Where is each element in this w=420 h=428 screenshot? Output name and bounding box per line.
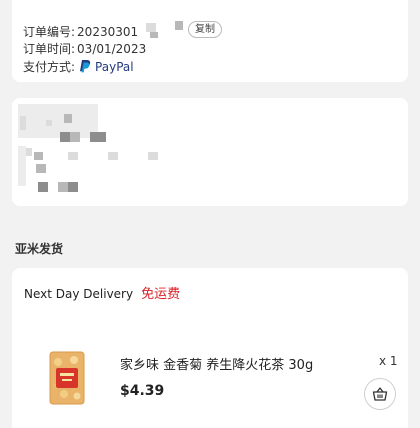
payment-method-label: 支付方式: [23,60,76,74]
shipping-address-card [12,98,408,206]
paypal-icon [80,60,91,73]
address-redaction [58,182,68,192]
address-redaction [108,152,118,160]
address-redaction [34,152,43,160]
shipping-section-title: 亚米发货 [15,242,64,256]
order-time-value: 03/01/2023 [77,42,147,56]
product-image[interactable] [44,350,90,406]
address-redaction [64,114,72,123]
address-redaction [38,182,48,192]
address-redaction [90,132,106,142]
address-redaction [36,164,46,173]
address-redaction [68,182,78,192]
delivery-method-name: Next Day Delivery [24,287,134,301]
free-shipping-badge: 免运费 [141,287,181,302]
order-items-card: Next Day Delivery 免运费 家乡味 金香菊 养生降火花茶 30g… [12,268,408,428]
payment-method-row: 支付方式: PayPal [23,58,134,75]
product-name[interactable]: 家乡味 金香菊 养生降火花茶 30g [120,354,313,373]
shopping-basket-icon [372,387,388,401]
address-redaction [18,146,26,186]
payment-method-value: PayPal [95,59,134,74]
order-time-label: 订单时间: [23,42,76,56]
order-info-card: 订单编号: 20230301 复制 订单时间: 03/01/2023 支付方式: P… [12,0,408,82]
order-number-redaction [175,21,183,30]
address-redaction [46,120,52,126]
order-number-value: 20230301 [77,25,139,39]
order-number-redaction [146,23,156,32]
address-redaction [68,152,78,160]
delivery-method-row: Next Day Delivery 免运费 [24,283,180,302]
address-redaction [26,148,32,156]
copy-order-number-button[interactable]: 复制 [188,21,222,38]
order-time-row: 订单时间: 03/01/2023 [23,40,146,57]
address-redaction [60,132,70,142]
address-redaction [148,152,158,160]
address-redaction [70,132,80,142]
order-number-redaction [150,32,158,38]
order-number-row: 订单编号: 20230301 [23,23,138,40]
product-quantity: x 1 [379,354,398,368]
order-number-label: 订单编号: [23,25,76,39]
buy-again-button[interactable] [364,378,396,410]
address-redaction [20,116,26,130]
product-price: $4.39 [120,383,165,399]
address-redaction [18,104,98,138]
